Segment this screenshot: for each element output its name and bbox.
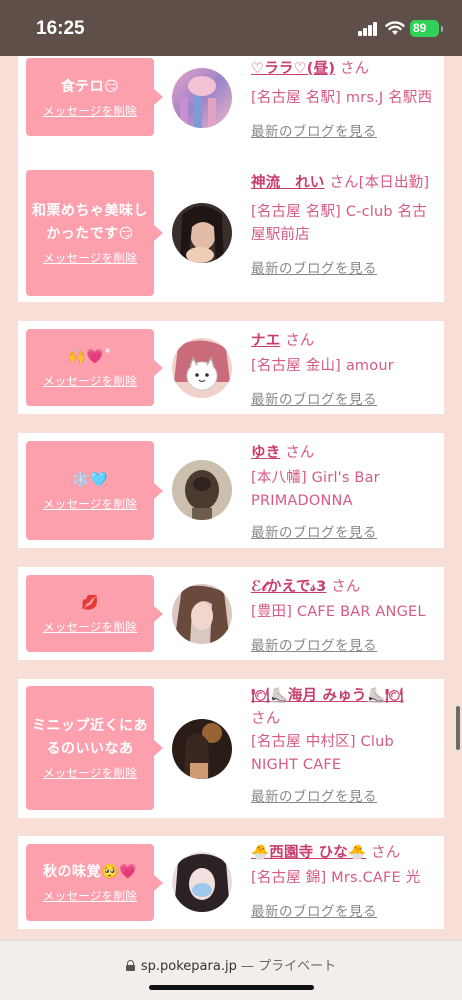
cast-info: ℰ𝓉かえで𝓈3 さん [豊田] CAFE BAR ANGEL 最新のブログを見る <box>251 576 441 654</box>
cellular-signal-icon <box>358 22 378 36</box>
message-bubble: 💋 メッセージを削除 <box>26 575 163 652</box>
shop-location: [名古屋 中村区] Club NIGHT CAFE <box>251 734 394 773</box>
shop-location: [豊田] CAFE BAR ANGEL <box>251 604 426 620</box>
shop-location: [名古屋 金山] amour <box>251 358 394 374</box>
cast-info: ♡ララ♡(昼) さん [名古屋 名駅] mrs.J 名駅西 最新のブログを見る <box>251 58 441 140</box>
latest-blog-link[interactable]: 最新のブログを見る <box>251 634 441 654</box>
latest-blog-link[interactable]: 最新のブログを見る <box>251 388 441 408</box>
message-bubble: ミニップ近くにあるのいいなあ メッセージを削除 <box>26 686 163 810</box>
status-bar: 16:25 89 <box>0 0 462 56</box>
avatar-photo <box>172 584 232 644</box>
cast-avatar[interactable] <box>172 338 232 398</box>
cast-info: 神流 れい さん[本日出勤] [名古屋 名駅] C-club 名古屋駅前店 最新… <box>251 172 441 277</box>
wifi-icon <box>385 21 405 35</box>
honorific: さん <box>339 61 370 77</box>
delete-message-link[interactable]: メッセージを削除 <box>43 250 137 266</box>
url-row[interactable]: sp.pokepara.jp — プライベート <box>0 955 462 974</box>
cast-avatar[interactable] <box>172 584 232 644</box>
browser-address-bar[interactable]: sp.pokepara.jp — プライベート <box>0 940 462 1000</box>
honorific: さん <box>251 711 281 727</box>
url-text: sp.pokepara.jp <box>140 959 237 974</box>
honorific: さん <box>331 579 361 595</box>
delete-message-link[interactable]: メッセージを削除 <box>43 103 137 119</box>
delete-message-link[interactable]: メッセージを削除 <box>43 373 137 389</box>
latest-blog-link[interactable]: 最新のブログを見る <box>251 785 441 805</box>
avatar-photo <box>172 338 232 398</box>
cast-name-link[interactable]: ナエ <box>251 333 280 349</box>
honorific: さん <box>285 333 315 349</box>
latest-blog-link[interactable]: 最新のブログを見る <box>251 120 441 140</box>
honorific: さん <box>285 445 315 461</box>
message-card: 和栗めちゃ美味しかったです😏 メッセージを削除 神流 れい さん[本日出勤] [… <box>18 163 444 302</box>
cast-avatar[interactable] <box>172 460 232 520</box>
delete-message-link[interactable]: メッセージを削除 <box>43 496 137 512</box>
cast-avatar[interactable] <box>172 203 232 263</box>
message-card: 💋 メッセージを削除 ℰ𝓉かえで𝓈3 さん [豊田] CAFE BAR ANGE… <box>18 567 444 660</box>
delete-message-link[interactable]: メッセージを削除 <box>43 888 137 904</box>
latest-blog-link[interactable]: 最新のブログを見る <box>251 257 441 277</box>
avatar-photo <box>172 460 232 520</box>
message-bubble: 食テロ😏 メッセージを削除 <box>26 58 163 136</box>
message-text: 🙌💗˚ <box>68 349 112 365</box>
message-bubble: 秋の味覚🥺💗 メッセージを削除 <box>26 844 163 921</box>
cast-info: ゆき さん [本八幡] Girl's Bar PRIMADONNA 最新のブログ… <box>251 442 441 541</box>
lock-icon <box>125 960 135 971</box>
attendance-status: [本日出勤] <box>358 175 430 191</box>
cast-avatar[interactable] <box>172 68 232 128</box>
url-separator: — <box>240 959 254 974</box>
message-bubble: 🙌💗˚ メッセージを削除 <box>26 329 163 406</box>
cast-name-link[interactable]: 🍽⛸️海月 みゅう⛸️🍽 <box>251 688 403 704</box>
private-mode-label: プライベート <box>258 959 337 974</box>
message-card: 食テロ😏 メッセージを削除 ♡ララ♡(昼) さん [名古屋 名駅] mrs.J … <box>18 56 444 171</box>
battery-level: 89 <box>413 21 427 35</box>
cast-info: 🍽⛸️海月 みゅう⛸️🍽 さん [名古屋 中村区] Club NIGHT CAF… <box>251 685 441 805</box>
message-text: 食テロ😏 <box>60 78 120 95</box>
avatar-photo <box>172 852 232 912</box>
shop-location: [名古屋 名駅] C-club 名古屋駅前店 <box>251 204 427 243</box>
message-bubble: ❄️🩵 メッセージを削除 <box>26 441 163 540</box>
cast-name-link[interactable]: ℰ𝓉かえで𝓈3 <box>251 579 326 595</box>
latest-blog-link[interactable]: 最新のブログを見る <box>251 900 441 920</box>
cast-info: ナエ さん [名古屋 金山] amour 最新のブログを見る <box>251 330 441 408</box>
status-time: 16:25 <box>36 18 85 39</box>
delete-message-link[interactable]: メッセージを削除 <box>43 765 137 781</box>
delete-message-link[interactable]: メッセージを削除 <box>43 619 137 635</box>
message-card: 🙌💗˚ メッセージを削除 ナエ さん [名古屋 金山] amour 最新のブログ… <box>18 321 444 414</box>
scrollbar-thumb[interactable] <box>456 706 460 750</box>
avatar-photo <box>172 68 232 128</box>
cast-avatar[interactable] <box>172 719 232 779</box>
shop-location: [名古屋 錦] Mrs.CAFE 光 <box>251 870 421 886</box>
avatar-photo <box>172 203 232 263</box>
message-card: 秋の味覚🥺💗 メッセージを削除 🐣西園寺 ひな🐣 さん [名古屋 錦] Mrs.… <box>18 836 444 929</box>
latest-blog-link[interactable]: 最新のブログを見る <box>251 521 441 541</box>
honorific: さん <box>371 845 401 861</box>
message-card: ❄️🩵 メッセージを削除 ゆき さん [本八幡] Girl's Bar PRIM… <box>18 433 444 548</box>
message-text: 💋 <box>81 595 99 611</box>
message-text: 和栗めちゃ美味しかったです😏 <box>32 203 148 242</box>
message-list: 食テロ😏 メッセージを削除 ♡ララ♡(昼) さん [名古屋 名駅] mrs.J … <box>0 56 462 940</box>
avatar-photo <box>172 719 232 779</box>
message-text: 秋の味覚🥺💗 <box>43 864 137 880</box>
message-card: ミニップ近くにあるのいいなあ メッセージを削除 🍽⛸️海月 みゅう⛸️🍽 さん … <box>18 679 444 818</box>
cast-info: 🐣西園寺 ひな🐣 さん [名古屋 錦] Mrs.CAFE 光 最新のブログを見る <box>251 842 441 920</box>
home-indicator[interactable] <box>149 985 314 990</box>
cast-name-link[interactable]: ゆき <box>251 445 280 461</box>
cast-name-link[interactable]: 神流 れい <box>251 175 325 191</box>
cast-name-link[interactable]: ♡ララ♡(昼) <box>251 61 335 77</box>
shop-location: [名古屋 名駅] mrs.J 名駅西 <box>251 90 433 106</box>
honorific: さん <box>329 175 359 191</box>
cast-avatar[interactable] <box>172 852 232 912</box>
shop-location: [本八幡] Girl's Bar PRIMADONNA <box>251 470 380 509</box>
battery-icon: 89 <box>410 20 443 37</box>
message-text: ❄️🩵 <box>72 472 108 488</box>
cast-name-link[interactable]: 🐣西園寺 ひな🐣 <box>251 845 366 861</box>
message-text: ミニップ近くにあるのいいなあ <box>32 718 148 757</box>
message-bubble: 和栗めちゃ美味しかったです😏 メッセージを削除 <box>26 170 163 296</box>
